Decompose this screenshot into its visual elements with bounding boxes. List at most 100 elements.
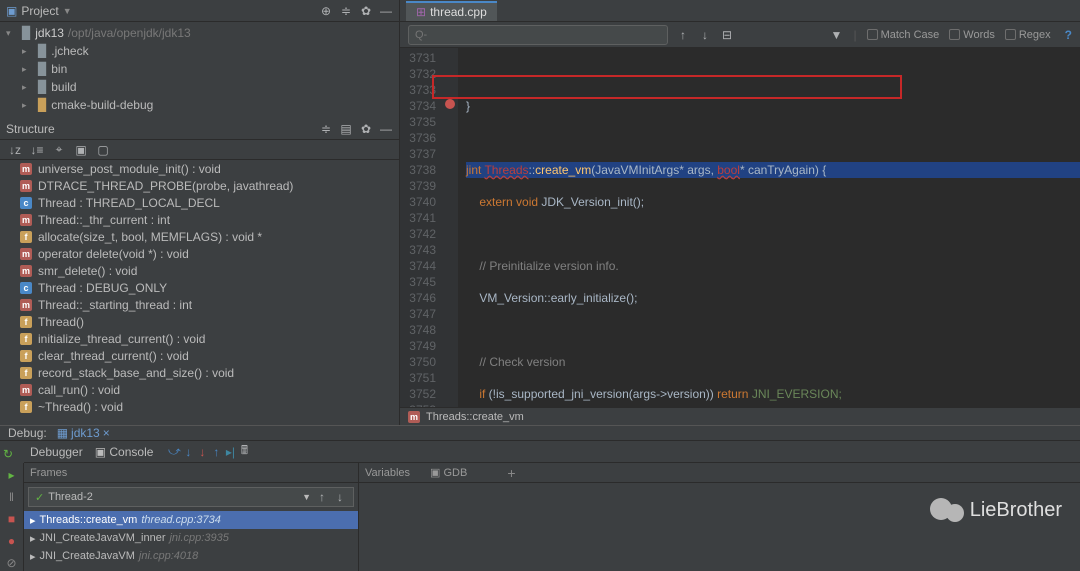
member-label: ~Thread() : void: [38, 400, 123, 414]
step-out-icon[interactable]: ↑: [209, 445, 223, 459]
structure-item[interactable]: finitialize_thread_current() : void: [0, 330, 399, 347]
frame-row[interactable]: ▸JNI_CreateJavaVM_inner jni.cpp:3935: [24, 529, 358, 547]
frame-row[interactable]: ▸JNI_CreateJavaVM jni.cpp:4018: [24, 547, 358, 565]
member-label: Thread::_thr_current : int: [38, 213, 170, 227]
breakpoint-icon[interactable]: [445, 99, 455, 109]
find-input[interactable]: [408, 25, 668, 45]
code-text: VM_Version::early_initialize();: [479, 291, 637, 305]
group-icon[interactable]: ⌖: [52, 143, 66, 157]
project-tree[interactable]: ▾ ▉ jdk13 /opt/java/openjdk/jdk13 ▸▉.jch…: [0, 22, 399, 118]
rerun-icon[interactable]: ↻: [0, 446, 16, 462]
frame-row[interactable]: ▸Threads::create_vm thread.cpp:3734: [24, 511, 358, 529]
mute-breakpoints-icon[interactable]: ⊘: [4, 555, 20, 571]
expand-icon[interactable]: ▸: [22, 46, 34, 57]
step-over-icon[interactable]: ⤻: [167, 445, 181, 459]
hide-icon[interactable]: —: [379, 122, 393, 136]
breakpoint-gutter[interactable]: [442, 48, 458, 407]
view-breakpoints-icon[interactable]: ●: [4, 533, 20, 549]
structure-item[interactable]: mDTRACE_THREAD_PROBE(probe, javathread): [0, 177, 399, 194]
debug-config[interactable]: ▦ jdk13 ×: [57, 426, 110, 440]
breadcrumb[interactable]: m Threads::create_vm: [400, 407, 1080, 425]
debug-label: Debug:: [8, 426, 47, 440]
dropdown-icon[interactable]: ▼: [302, 492, 311, 502]
expand-icon[interactable]: ▸: [22, 82, 34, 93]
prev-match-icon[interactable]: ↑: [676, 28, 690, 42]
sort-az-icon[interactable]: ↓z: [8, 143, 22, 157]
frame-location: jni.cpp:4018: [139, 550, 198, 562]
folder-icon: ▉: [38, 80, 47, 94]
tree-item[interactable]: ▸▉build: [0, 78, 399, 96]
debugger-tab[interactable]: Debugger: [24, 443, 89, 461]
force-step-icon[interactable]: ↓: [195, 445, 209, 459]
sort-icon[interactable]: ≑: [319, 122, 333, 136]
step-into-icon[interactable]: ↓: [181, 445, 195, 459]
member-icon: m: [20, 163, 32, 175]
structure-item[interactable]: f~Thread() : void: [0, 398, 399, 415]
hide-icon[interactable]: —: [379, 4, 393, 18]
structure-item[interactable]: fclear_thread_current() : void: [0, 347, 399, 364]
structure-item[interactable]: muniverse_post_module_init() : void: [0, 160, 399, 177]
structure-item[interactable]: fThread(): [0, 313, 399, 330]
structure-panel-header: Structure ≑ ▤ ✿ —: [0, 118, 399, 140]
gear-icon[interactable]: ✿: [359, 4, 373, 18]
expand-icon[interactable]: ▾: [6, 28, 18, 39]
gear-icon[interactable]: ✿: [359, 122, 373, 136]
frame-icon: ▸: [30, 550, 36, 563]
structure-item[interactable]: fallocate(size_t, bool, MEMFLAGS) : void…: [0, 228, 399, 245]
collapse-icon[interactable]: ≑: [339, 4, 353, 18]
filter-icon[interactable]: ▤: [339, 122, 353, 136]
tree-item[interactable]: ▸▉.jcheck: [0, 42, 399, 60]
debug-header: Debug: ▦ jdk13 ×: [0, 426, 1080, 441]
code-text: // Preinitialize version info.: [479, 259, 618, 273]
tree-item[interactable]: ▸▉bin: [0, 60, 399, 78]
check-icon: ✓: [35, 491, 44, 504]
target-icon[interactable]: ⊕: [319, 4, 333, 18]
expand-icon[interactable]: ▸: [22, 100, 34, 111]
editor-tab[interactable]: ⊞ thread.cpp: [406, 1, 497, 21]
prev-frame-icon[interactable]: ↑: [315, 490, 329, 504]
structure-list[interactable]: muniverse_post_module_init() : voidmDTRA…: [0, 160, 399, 425]
structure-item[interactable]: cThread : THREAD_LOCAL_DECL: [0, 194, 399, 211]
match-case-checkbox[interactable]: Match Case: [867, 29, 940, 41]
structure-item[interactable]: mcall_run() : void: [0, 381, 399, 398]
structure-item[interactable]: frecord_stack_base_and_size() : void: [0, 364, 399, 381]
code-area[interactable]: } jint Threads::create_vm(JavaVMInitArgs…: [458, 48, 1080, 407]
frame-location: jni.cpp:3935: [169, 532, 228, 544]
sort-vis-icon[interactable]: ↓≡: [30, 143, 44, 157]
thread-selector[interactable]: ✓ Thread-2 ▼ ↑ ↓: [28, 487, 354, 507]
words-checkbox[interactable]: Words: [949, 29, 995, 41]
code-text: return: [717, 387, 748, 401]
structure-item[interactable]: mThread::_thr_current : int: [0, 211, 399, 228]
add-watch-icon[interactable]: +: [507, 465, 515, 481]
help-icon[interactable]: ?: [1065, 28, 1072, 42]
gdb-tab[interactable]: ▣ GDB: [430, 466, 467, 479]
run-to-cursor-icon[interactable]: ▸|: [223, 445, 237, 459]
structure-toolbar: ↓z ↓≡ ⌖ ▣ ▢: [0, 140, 399, 160]
console-tab[interactable]: ▣ Console: [89, 443, 160, 461]
member-icon: m: [20, 180, 32, 192]
dropdown-icon[interactable]: ▼: [63, 6, 72, 16]
expand-icon[interactable]: ▸: [22, 64, 34, 75]
show-fields-icon[interactable]: ▣: [74, 143, 88, 157]
pause-icon[interactable]: ‖: [4, 489, 20, 505]
structure-item[interactable]: msmr_delete() : void: [0, 262, 399, 279]
select-all-icon[interactable]: ⊟: [720, 28, 734, 42]
folder-icon: ▉: [38, 98, 47, 112]
structure-item[interactable]: moperator delete(void *) : void: [0, 245, 399, 262]
show-inherited-icon[interactable]: ▢: [96, 143, 110, 157]
member-label: smr_delete() : void: [38, 264, 137, 278]
tree-root[interactable]: ▾ ▉ jdk13 /opt/java/openjdk/jdk13: [0, 24, 399, 42]
stop-icon[interactable]: ■: [4, 511, 20, 527]
structure-item[interactable]: cThread : DEBUG_ONLY: [0, 279, 399, 296]
evaluate-icon[interactable]: 🖩: [237, 445, 251, 459]
code-editor[interactable]: 3731373237333734373537363737373837393740…: [400, 48, 1080, 407]
next-frame-icon[interactable]: ↓: [333, 490, 347, 504]
structure-item[interactable]: mThread::_starting_thread : int: [0, 296, 399, 313]
project-panel-header: ▣ Project ▼ ⊕ ≑ ✿ —: [0, 0, 399, 22]
tree-item[interactable]: ▸▉cmake-build-debug: [0, 96, 399, 114]
next-match-icon[interactable]: ↓: [698, 28, 712, 42]
filter-icon[interactable]: ▼: [829, 28, 843, 42]
resume-icon[interactable]: ▸: [4, 467, 20, 483]
regex-checkbox[interactable]: Regex: [1005, 29, 1051, 41]
watermark-text: LieBrother: [970, 499, 1062, 522]
